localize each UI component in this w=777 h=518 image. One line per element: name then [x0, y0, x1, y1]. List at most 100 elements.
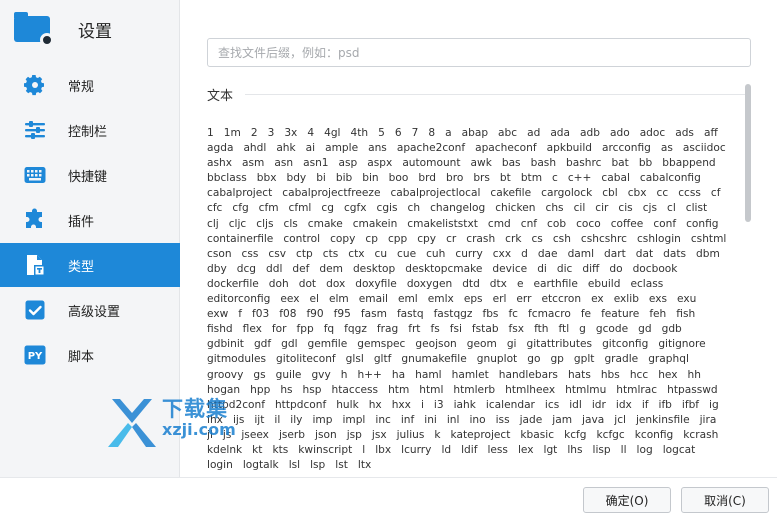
extension-item[interactable]: ily: [290, 413, 302, 428]
extension-item[interactable]: dockerfile: [207, 277, 259, 292]
extension-item[interactable]: ijs: [233, 413, 244, 428]
extension-item[interactable]: gltf: [374, 352, 392, 367]
extension-item[interactable]: gdb: [662, 322, 682, 337]
extension-item[interactable]: awk: [471, 156, 492, 171]
extension-item[interactable]: g: [579, 322, 586, 337]
extension-item[interactable]: bbappend: [662, 156, 715, 171]
extension-item[interactable]: jira: [700, 413, 717, 428]
extension-item[interactable]: lbx: [375, 443, 391, 458]
extension-item[interactable]: ftl: [559, 322, 570, 337]
extension-item[interactable]: bash: [531, 156, 556, 171]
extension-item[interactable]: hex: [658, 368, 677, 383]
extension-item[interactable]: cljc: [229, 217, 247, 232]
extension-item[interactable]: fsx: [509, 322, 525, 337]
extension-item[interactable]: fastq: [397, 307, 424, 322]
extension-item[interactable]: feh: [649, 307, 666, 322]
extension-item[interactable]: ijt: [254, 413, 264, 428]
extension-item[interactable]: glsl: [346, 352, 364, 367]
sidebar-item-types[interactable]: 类型: [0, 243, 180, 287]
extension-item[interactable]: fishd: [207, 322, 233, 337]
extension-item[interactable]: hulk: [336, 398, 359, 413]
extension-item[interactable]: ahk: [276, 141, 295, 156]
extension-item[interactable]: cabal: [601, 171, 629, 186]
extension-item[interactable]: clj: [207, 217, 219, 232]
extension-item[interactable]: gdbinit: [207, 337, 244, 352]
extension-item[interactable]: hamlet: [452, 368, 489, 383]
extension-item[interactable]: idr: [592, 398, 606, 413]
extension-item[interactable]: gemspec: [357, 337, 405, 352]
extension-item[interactable]: e: [517, 277, 524, 292]
extension-item[interactable]: bat: [611, 156, 628, 171]
extension-item[interactable]: editorconfig: [207, 292, 270, 307]
extension-item[interactable]: cfml: [289, 201, 312, 216]
extension-item[interactable]: cts: [323, 247, 339, 262]
extension-item[interactable]: chs: [546, 201, 564, 216]
extension-item[interactable]: cljs: [256, 217, 273, 232]
extension-item[interactable]: copy: [330, 232, 355, 247]
extension-item[interactable]: gplt: [574, 352, 595, 367]
extension-item[interactable]: cabalprojectlocal: [390, 186, 480, 201]
extension-item[interactable]: ltx: [358, 458, 371, 473]
extension-item[interactable]: di: [537, 262, 547, 277]
extension-item[interactable]: gd: [638, 322, 651, 337]
extension-item[interactable]: ans: [368, 141, 387, 156]
extension-item[interactable]: ha: [392, 368, 405, 383]
extension-item[interactable]: dtx: [490, 277, 507, 292]
extension-item[interactable]: bi: [316, 171, 326, 186]
extension-item[interactable]: ifb: [659, 398, 672, 413]
extension-item[interactable]: 4: [307, 126, 314, 141]
extension-item[interactable]: daml: [568, 247, 594, 262]
extension-item[interactable]: do: [609, 262, 622, 277]
extension-item[interactable]: logcat: [663, 443, 696, 458]
sidebar-item-advanced[interactable]: 高级设置: [0, 288, 180, 332]
extension-item[interactable]: f95: [334, 307, 351, 322]
extension-item[interactable]: gcode: [596, 322, 628, 337]
extension-item[interactable]: cmakeliststxt: [407, 217, 478, 232]
sidebar-item-shortcuts[interactable]: 快捷键: [0, 153, 180, 197]
extension-item[interactable]: 8: [428, 126, 435, 141]
extension-item[interactable]: doh: [269, 277, 289, 292]
extension-item[interactable]: fastqgz: [434, 307, 473, 322]
extension-item[interactable]: erl: [493, 292, 507, 307]
extension-item[interactable]: ddl: [266, 262, 282, 277]
extension-item[interactable]: ll: [621, 443, 627, 458]
extension-item[interactable]: haml: [415, 368, 441, 383]
extension-item[interactable]: cmakein: [353, 217, 398, 232]
extension-item[interactable]: d: [521, 247, 528, 262]
extension-item[interactable]: ahdl: [243, 141, 266, 156]
extension-item[interactable]: kcfg: [564, 428, 586, 443]
extension-item[interactable]: dtd: [462, 277, 480, 292]
extension-item[interactable]: clist: [686, 201, 707, 216]
extension-item[interactable]: less: [487, 443, 508, 458]
extension-item[interactable]: cargolock: [541, 186, 592, 201]
extension-item[interactable]: cpy: [417, 232, 436, 247]
extension-item[interactable]: jsp: [347, 428, 362, 443]
extension-item[interactable]: 4th: [351, 126, 369, 141]
extension-item[interactable]: htmlheex: [505, 383, 555, 398]
extension-item[interactable]: ads: [675, 126, 694, 141]
extension-item[interactable]: feature: [601, 307, 639, 322]
extension-item[interactable]: l: [362, 443, 365, 458]
extension-item[interactable]: apacheconf: [475, 141, 537, 156]
extension-item[interactable]: ai: [306, 141, 315, 156]
extension-item[interactable]: fe: [581, 307, 591, 322]
extension-search-input[interactable]: [207, 38, 751, 67]
extension-item[interactable]: elm: [329, 292, 349, 307]
extension-item[interactable]: ihx: [207, 413, 223, 428]
extension-item[interactable]: hbs: [601, 368, 620, 383]
extension-item[interactable]: ctx: [348, 247, 364, 262]
extension-item[interactable]: groovy: [207, 368, 243, 383]
extension-item[interactable]: bb: [639, 156, 652, 171]
extension-item[interactable]: lst: [335, 458, 348, 473]
extension-item[interactable]: login: [207, 458, 233, 473]
extension-item[interactable]: f08: [279, 307, 296, 322]
extension-item[interactable]: cshlogin: [637, 232, 681, 247]
extension-item[interactable]: js: [223, 428, 231, 443]
extension-item[interactable]: lgt: [544, 443, 558, 458]
extension-item[interactable]: docbook: [633, 262, 678, 277]
extension-item[interactable]: fs: [430, 322, 439, 337]
extension-item[interactable]: kts: [272, 443, 288, 458]
extension-item[interactable]: abap: [462, 126, 488, 141]
extension-item[interactable]: conf: [653, 217, 676, 232]
extension-item[interactable]: ada: [550, 126, 570, 141]
